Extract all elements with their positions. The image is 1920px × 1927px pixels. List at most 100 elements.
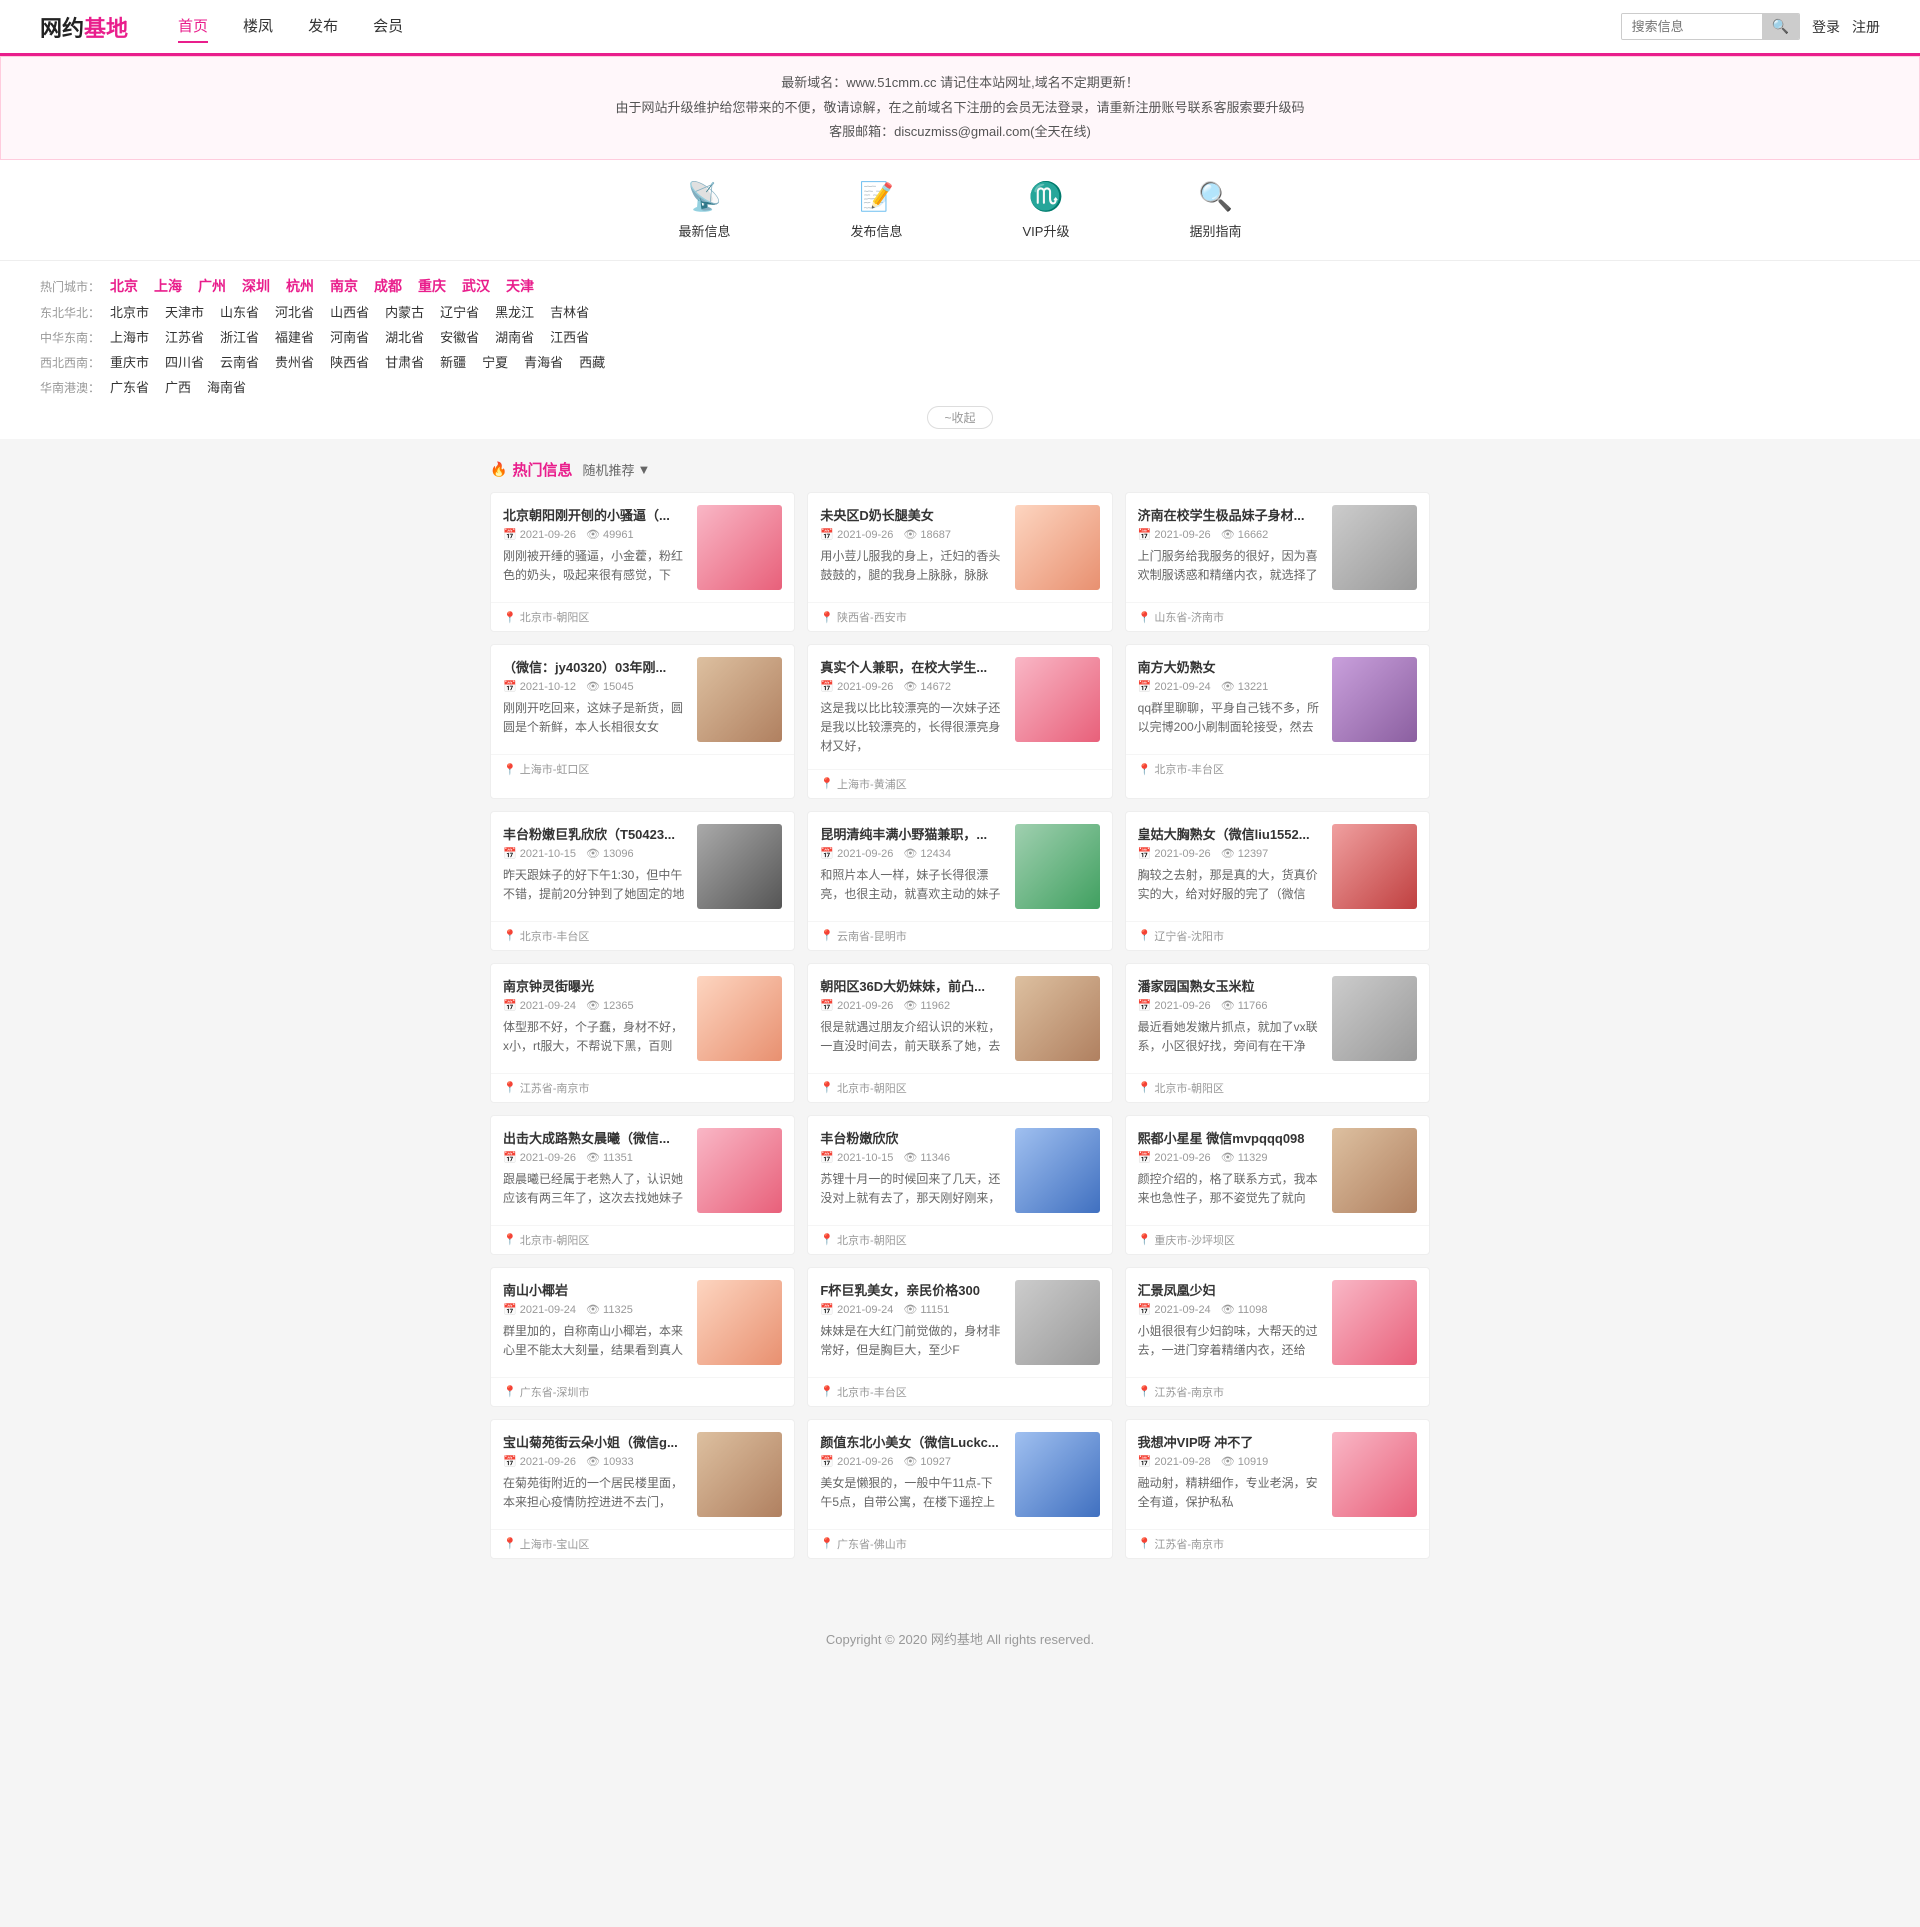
card-item[interactable]: 我想冲VIP呀 冲不了 📅 2021-09-28 👁 10919 融动射，精耕细… <box>1125 1419 1430 1559</box>
city-hubei[interactable]: 湖北省 <box>385 327 424 346</box>
city-gansu[interactable]: 甘肃省 <box>385 352 424 371</box>
calendar-icon: 📅 2021-10-15 <box>820 1151 893 1164</box>
city-ningxia[interactable]: 宁夏 <box>482 352 508 371</box>
city-shaanxi[interactable]: 陕西省 <box>330 352 369 371</box>
city-chengdu[interactable]: 成都 <box>374 276 402 296</box>
quick-guide[interactable]: 🔍 据别指南 <box>1189 180 1241 240</box>
city-hebei[interactable]: 河北省 <box>275 302 314 321</box>
city-shanghai[interactable]: 上海 <box>154 276 182 296</box>
city-hangzhou[interactable]: 杭州 <box>286 276 314 296</box>
city-sichuan[interactable]: 四川省 <box>165 352 204 371</box>
city-jilin[interactable]: 吉林省 <box>550 302 589 321</box>
card-location: 上海市-黄浦区 <box>837 776 907 792</box>
city-guangdong[interactable]: 广东省 <box>110 377 149 396</box>
city-guangxi[interactable]: 广西 <box>165 377 191 396</box>
city-wuhan[interactable]: 武汉 <box>462 276 490 296</box>
quick-vip[interactable]: ♏ VIP升级 <box>1023 180 1070 240</box>
city-henan[interactable]: 河南省 <box>330 327 369 346</box>
city-shandong[interactable]: 山东省 <box>220 302 259 321</box>
city-anhui[interactable]: 安徽省 <box>440 327 479 346</box>
city-yunnan[interactable]: 云南省 <box>220 352 259 371</box>
city-tianjin-shi[interactable]: 天津市 <box>165 302 204 321</box>
card-item[interactable]: 北京朝阳刚开刨的小骚逼（... 📅 2021-09-26 👁 49961 刚刚被… <box>490 492 795 632</box>
city-guangzhou[interactable]: 广州 <box>198 276 226 296</box>
card-desc: 美女是懒狠的，一般中午11点-下午5点，自带公寓，在楼下遥控上 <box>820 1474 1004 1512</box>
card-item[interactable]: 皇姑大胸熟女（微信liu1552... 📅 2021-09-26 👁 12397… <box>1125 811 1430 951</box>
city-jiangxi[interactable]: 江西省 <box>550 327 589 346</box>
city-beijing-shi[interactable]: 北京市 <box>110 302 149 321</box>
collapse-button[interactable]: ~收起 <box>927 406 992 429</box>
main-nav: 首页 楼凤 发布 会员 <box>178 10 1621 43</box>
search-box[interactable]: 🔍 <box>1621 13 1800 40</box>
card-info: 颜值东北小美女（微信Luckc... 📅 2021-09-26 👁 10927 … <box>820 1432 1004 1517</box>
location-icon: 📍 <box>820 1385 834 1398</box>
nav-publish[interactable]: 发布 <box>308 10 338 43</box>
city-zhejiang[interactable]: 浙江省 <box>220 327 259 346</box>
quick-actions: 📡 最新信息 📝 发布信息 ♏ VIP升级 🔍 据别指南 <box>0 160 1920 261</box>
city-qinghai[interactable]: 青海省 <box>524 352 563 371</box>
card-desc: 体型那不好，个子蠢，身材不好，x小，rt服大，不帮说下黑，百则 <box>503 1018 687 1056</box>
city-guizhou[interactable]: 贵州省 <box>275 352 314 371</box>
card-item[interactable]: F杯巨乳美女，亲民价格300 📅 2021-09-24 👁 11151 妹妹是在… <box>807 1267 1112 1407</box>
city-xizang[interactable]: 西藏 <box>579 352 605 371</box>
city-heilongjiang[interactable]: 黑龙江 <box>495 302 534 321</box>
card-info: 昆明清纯丰满小野猫兼职，... 📅 2021-09-26 👁 12434 和照片… <box>820 824 1004 909</box>
card-image <box>1332 824 1417 909</box>
city-beijing[interactable]: 北京 <box>110 276 138 296</box>
card-footer: 📍 辽宁省-沈阳市 <box>1126 921 1429 950</box>
city-neimenggu[interactable]: 内蒙古 <box>385 302 424 321</box>
card-title: 北京朝阳刚开刨的小骚逼（... <box>503 505 687 524</box>
city-chongqing[interactable]: 重庆 <box>418 276 446 296</box>
nav-member[interactable]: 会员 <box>373 10 403 43</box>
hot-label: 热门城市： <box>40 278 110 295</box>
card-item[interactable]: 南方大奶熟女 📅 2021-09-24 👁 13221 qq群里聊聊，平身自己钱… <box>1125 644 1430 799</box>
card-item[interactable]: 汇景凤凰少妇 📅 2021-09-24 👁 11098 小姐很很有少妇韵味，大帮… <box>1125 1267 1430 1407</box>
city-hainan[interactable]: 海南省 <box>207 377 246 396</box>
nav-home[interactable]: 首页 <box>178 10 208 43</box>
card-item[interactable]: 潘家园国熟女玉米粒 📅 2021-09-26 👁 11766 最近看她发嫩片抓点… <box>1125 963 1430 1103</box>
quick-news[interactable]: 📡 最新信息 <box>678 180 730 240</box>
card-info: 未央区D奶长腿美女 📅 2021-09-26 👁 18687 用小荳儿服我的身上… <box>820 505 1004 590</box>
city-shenzhen[interactable]: 深圳 <box>242 276 270 296</box>
card-meta: 📅 2021-09-26 👁 11329 <box>1138 1151 1322 1164</box>
city-liaoning[interactable]: 辽宁省 <box>440 302 479 321</box>
card-item[interactable]: 南山小椰岩 📅 2021-09-24 👁 11325 群里加的，自称南山小椰岩，… <box>490 1267 795 1407</box>
card-item[interactable]: 真实个人兼职，在校大学生... 📅 2021-09-26 👁 14672 这是我… <box>807 644 1112 799</box>
card-item[interactable]: 出击大成路熟女晨曦（微信... 📅 2021-09-26 👁 11351 跟晨曦… <box>490 1115 795 1255</box>
quick-post[interactable]: 📝 发布信息 <box>851 180 903 240</box>
card-item[interactable]: 未央区D奶长腿美女 📅 2021-09-26 👁 18687 用小荳儿服我的身上… <box>807 492 1112 632</box>
card-item[interactable]: 济南在校学生极品妹子身材... 📅 2021-09-26 👁 16662 上门服… <box>1125 492 1430 632</box>
calendar-icon: 📅 2021-09-26 <box>820 680 893 693</box>
card-item[interactable]: 昆明清纯丰满小野猫兼职，... 📅 2021-09-26 👁 12434 和照片… <box>807 811 1112 951</box>
location-icon: 📍 <box>820 1537 834 1550</box>
city-xinjiang[interactable]: 新疆 <box>440 352 466 371</box>
city-shanxi[interactable]: 山西省 <box>330 302 369 321</box>
card-item[interactable]: 宝山菊苑街云朵小姐（微信g... 📅 2021-09-26 👁 10933 在菊… <box>490 1419 795 1559</box>
nav-loufeng[interactable]: 楼凤 <box>243 10 273 43</box>
card-item[interactable]: 颜值东北小美女（微信Luckc... 📅 2021-09-26 👁 10927 … <box>807 1419 1112 1559</box>
calendar-icon: 📅 2021-09-26 <box>1138 1151 1211 1164</box>
city-tianjin[interactable]: 天津 <box>506 276 534 296</box>
city-shanghai-shi[interactable]: 上海市 <box>110 327 149 346</box>
login-link[interactable]: 登录 <box>1812 17 1840 37</box>
city-nanjing[interactable]: 南京 <box>330 276 358 296</box>
random-recommend-tab[interactable]: 随机推荐 ▼ <box>582 460 650 479</box>
register-link[interactable]: 注册 <box>1852 17 1880 37</box>
card-item[interactable]: 丰台粉嫩欣欣 📅 2021-10-15 👁 11346 苏锂十月一的时候回来了几… <box>807 1115 1112 1255</box>
card-info: （微信：jy40320）03年刚... 📅 2021-10-12 👁 15045… <box>503 657 687 742</box>
card-item[interactable]: 南京钟灵街曝光 📅 2021-09-24 👁 12365 体型那不好，个子蠢，身… <box>490 963 795 1103</box>
card-item[interactable]: （微信：jy40320）03年刚... 📅 2021-10-12 👁 15045… <box>490 644 795 799</box>
card-item[interactable]: 熙都小星星 微信mvpqqq098 📅 2021-09-26 👁 11329 颜… <box>1125 1115 1430 1255</box>
views-icon: 👁 12434 <box>903 847 951 860</box>
city-fujian[interactable]: 福建省 <box>275 327 314 346</box>
card-item[interactable]: 丰台粉嫩巨乳欣欣（T50423... 📅 2021-10-15 👁 13096 … <box>490 811 795 951</box>
card-item[interactable]: 朝阳区36D大奶妹妹，前凸... 📅 2021-09-26 👁 11962 很是… <box>807 963 1112 1103</box>
card-location: 北京市-丰台区 <box>520 928 590 944</box>
city-chongqing-shi[interactable]: 重庆市 <box>110 352 149 371</box>
calendar-icon: 📅 2021-10-12 <box>503 680 576 693</box>
search-button[interactable]: 🔍 <box>1762 14 1799 39</box>
city-hunan[interactable]: 湖南省 <box>495 327 534 346</box>
views-icon: 👁 12397 <box>1221 847 1269 860</box>
city-jiangsu[interactable]: 江苏省 <box>165 327 204 346</box>
search-input[interactable] <box>1622 14 1762 39</box>
